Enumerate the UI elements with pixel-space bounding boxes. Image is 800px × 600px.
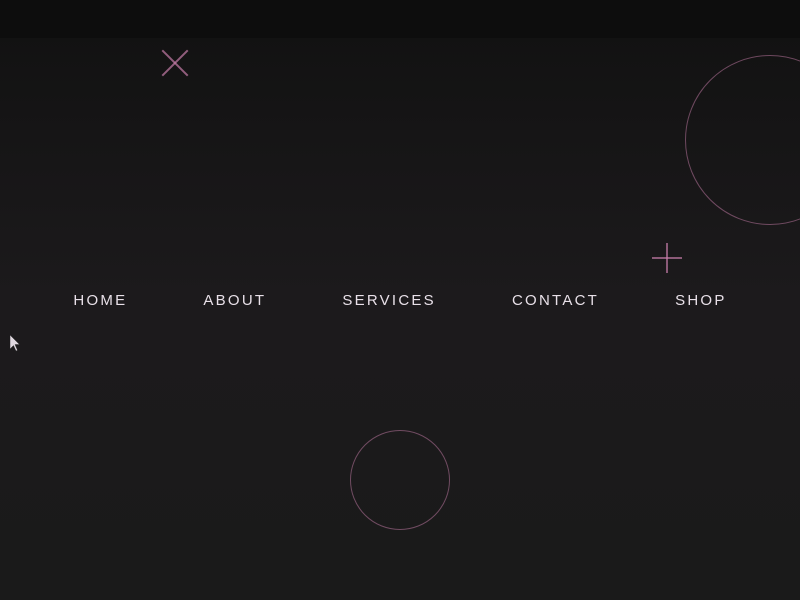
nav-item-home[interactable]: HOME <box>35 292 165 309</box>
nav-item-services[interactable]: SERVICES <box>304 292 474 309</box>
nav-item-contact[interactable]: CONTACT <box>474 292 637 309</box>
nav-item-shop[interactable]: SHOP <box>637 292 765 309</box>
nav-item-about[interactable]: ABOUT <box>165 292 304 309</box>
mouse-cursor <box>10 335 22 353</box>
main-navigation: HOME ABOUT SERVICES CONTACT SHOP <box>0 0 800 600</box>
